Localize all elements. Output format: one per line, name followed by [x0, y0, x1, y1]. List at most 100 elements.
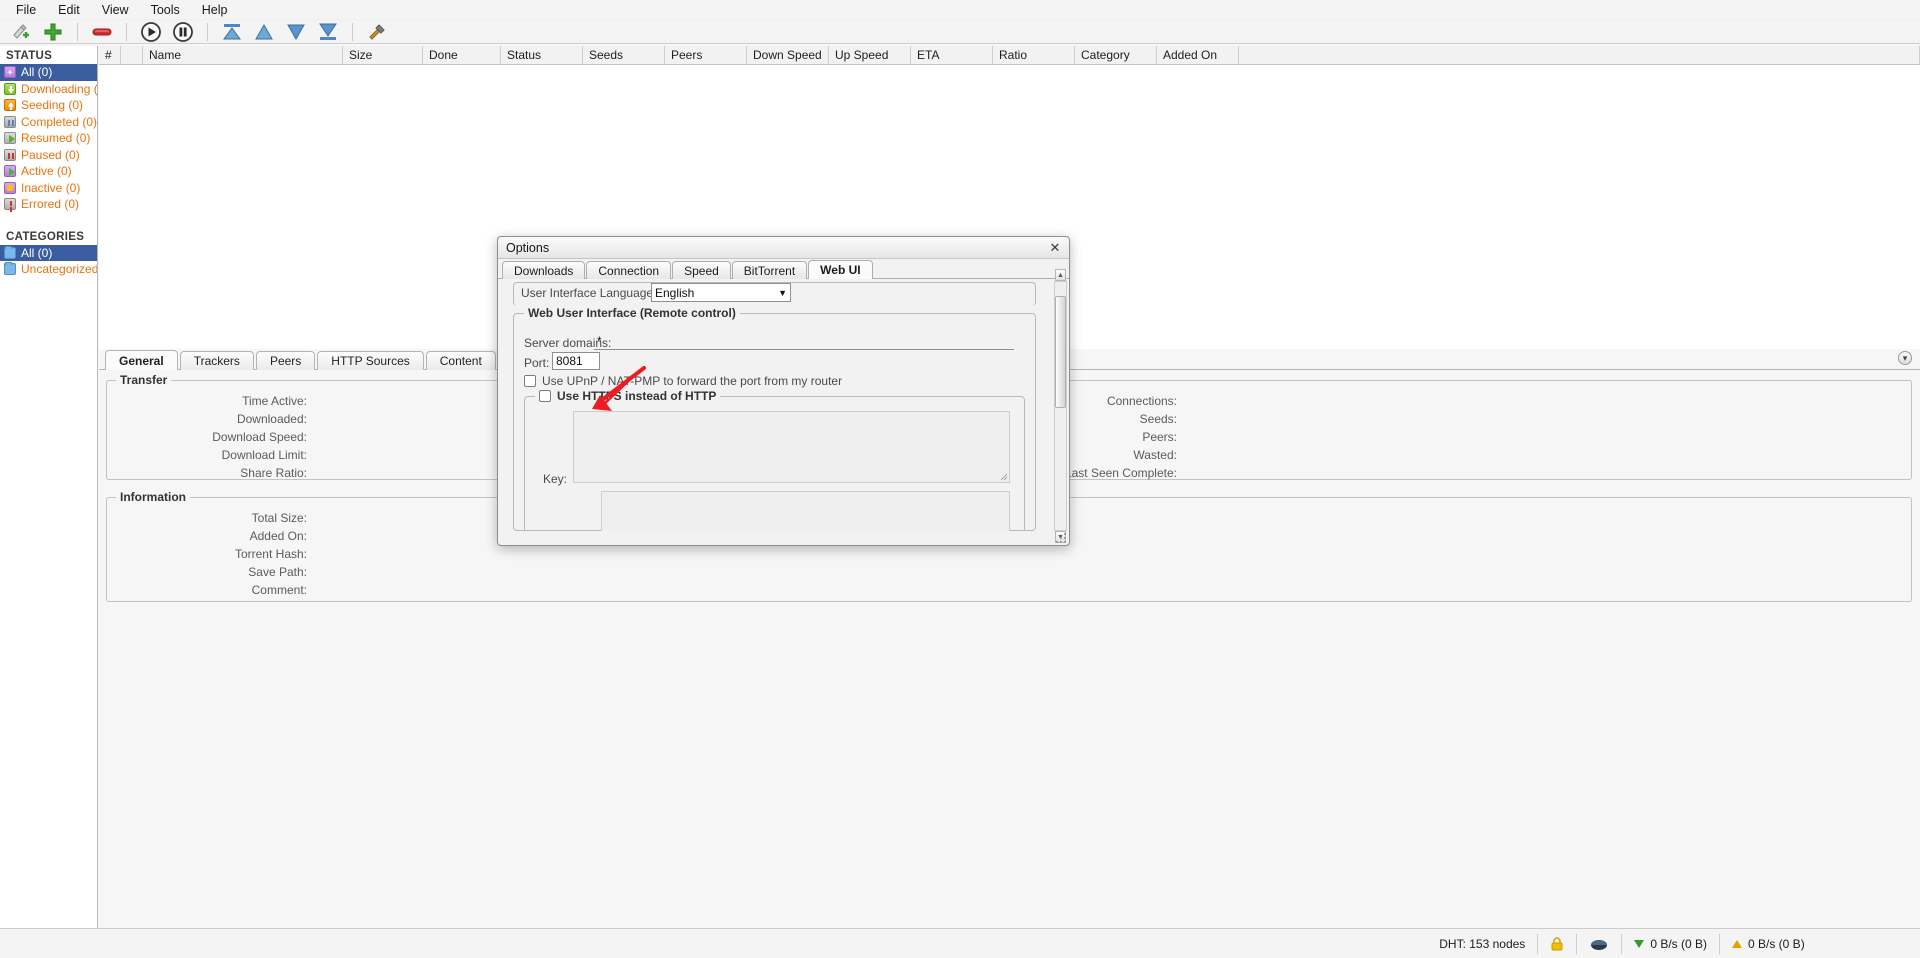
tab-peers[interactable]: Peers: [255, 351, 316, 370]
scroll-up-arrow[interactable]: ▲: [1055, 269, 1066, 281]
menu-file[interactable]: File: [6, 1, 46, 19]
sidebar-item-label: Active (0): [21, 164, 72, 179]
sidebar-item-label: All (0): [21, 65, 53, 80]
sidebar-item-label: Seeding (0): [21, 98, 84, 113]
column-index[interactable]: #: [99, 46, 121, 64]
close-icon[interactable]: ✕: [1047, 240, 1063, 256]
server-domains-input[interactable]: [594, 332, 1014, 350]
sidebar-item-completed[interactable]: Completed (0): [0, 114, 97, 131]
main-body: STATUS All (0) Downloading (0) Seeding (…: [0, 46, 1920, 928]
https-label: Use HTTPS instead of HTTP: [557, 389, 717, 403]
upload-speed-value: 0 B/s (0 B): [1748, 936, 1805, 951]
seeding-icon: [4, 99, 16, 112]
sidebar-item-label: Paused (0): [21, 147, 80, 162]
resume-icon[interactable]: [138, 20, 164, 44]
dialog-tab-downloads[interactable]: Downloads: [502, 261, 586, 279]
column-icon[interactable]: [121, 46, 143, 64]
options-dialog: Options ✕ Downloads Connection Speed Bit…: [497, 236, 1070, 546]
tab-http-sources[interactable]: HTTP Sources: [317, 351, 424, 370]
sidebar-item-all[interactable]: All (0): [0, 64, 97, 81]
language-select[interactable]: English ▼: [651, 283, 791, 302]
add-torrent-file-icon[interactable]: [40, 20, 66, 44]
download-speed-status: 0 B/s (0 B): [1622, 929, 1719, 958]
sidebar-item-downloading[interactable]: Downloading (0): [0, 81, 97, 98]
sidebar-item-inactive[interactable]: Inactive (0): [0, 180, 97, 197]
add-torrent-link-icon[interactable]: [8, 20, 34, 44]
dialog-titlebar[interactable]: Options ✕: [498, 237, 1069, 259]
tab-general[interactable]: General: [105, 350, 178, 370]
sidebar-item-label: Completed (0): [21, 114, 98, 129]
status-bar: DHT: 153 nodes 0 B/s (0 B) 0 B/s (0 B): [0, 928, 1920, 958]
dialog-resize-grip[interactable]: [1056, 533, 1066, 543]
column-status[interactable]: Status: [501, 46, 583, 64]
move-up-icon[interactable]: [251, 20, 277, 44]
menu-tools[interactable]: Tools: [141, 1, 190, 19]
upnp-checkbox[interactable]: [524, 375, 536, 387]
dialog-scrollbar[interactable]: ▲ ▼: [1054, 269, 1067, 543]
tab-trackers[interactable]: Trackers: [179, 351, 254, 370]
sidebar-item-paused[interactable]: Paused (0): [0, 147, 97, 164]
label-time-active: Time Active:: [242, 394, 307, 408]
filters-sidebar: STATUS All (0) Downloading (0) Seeding (…: [0, 46, 98, 928]
information-group-title: Information: [116, 490, 190, 504]
errored-icon: [4, 198, 16, 211]
status-section-header: STATUS: [6, 50, 53, 62]
upload-arrow-icon: [1732, 939, 1742, 948]
dialog-tab-connection[interactable]: Connection: [586, 261, 672, 279]
label-downloaded: Downloaded:: [236, 412, 307, 426]
column-name[interactable]: Name: [143, 46, 343, 64]
certificate-textarea[interactable]: [601, 491, 1010, 531]
chevron-down-icon[interactable]: ▾: [1898, 351, 1912, 365]
dialog-tab-web-ui[interactable]: Web UI: [808, 260, 873, 279]
web-ui-group: Web User Interface (Remote control) Serv…: [513, 306, 1036, 531]
menu-edit[interactable]: Edit: [48, 1, 90, 19]
sidebar-item-errored[interactable]: Errored (0): [0, 196, 97, 213]
key-textarea[interactable]: [573, 411, 1010, 483]
column-size[interactable]: Size: [343, 46, 423, 64]
toolbar-separator: [352, 22, 353, 41]
column-up-speed[interactable]: Up Speed: [829, 46, 911, 64]
lock-icon: [1551, 936, 1563, 950]
sidebar-category-all[interactable]: All (0): [0, 244, 97, 261]
connection-status[interactable]: [1577, 929, 1621, 958]
preferences-icon[interactable]: [364, 20, 390, 44]
menu-help[interactable]: Help: [192, 1, 238, 19]
column-peers[interactable]: Peers: [665, 46, 747, 64]
column-category[interactable]: Category: [1075, 46, 1157, 64]
move-top-icon[interactable]: [219, 20, 245, 44]
torrent-table-header: # Name Size Done Status Seeds Peers Down…: [99, 46, 1920, 65]
sidebar-item-resumed[interactable]: Resumed (0): [0, 130, 97, 147]
move-bottom-icon[interactable]: [315, 20, 341, 44]
dialog-tab-speed[interactable]: Speed: [672, 261, 731, 279]
upnp-checkbox-row[interactable]: Use UPnP / NAT-PMP to forward the port f…: [524, 374, 842, 388]
column-eta[interactable]: ETA: [911, 46, 993, 64]
downloading-icon: [4, 82, 16, 95]
menu-view[interactable]: View: [92, 1, 139, 19]
move-down-icon[interactable]: [283, 20, 309, 44]
column-done[interactable]: Done: [423, 46, 501, 64]
port-label: Port:: [524, 356, 550, 370]
sidebar-category-label: Uncategorized (0): [21, 262, 98, 277]
remove-torrent-icon[interactable]: [89, 20, 115, 44]
port-input[interactable]: [552, 352, 600, 370]
https-checkbox[interactable]: [539, 390, 551, 402]
dialog-tabbar: Downloads Connection Speed BitTorrent We…: [498, 259, 1069, 279]
column-added-on[interactable]: Added On: [1157, 46, 1239, 64]
folder-icon: [4, 262, 16, 276]
column-filler: [1239, 46, 1920, 64]
column-ratio[interactable]: Ratio: [993, 46, 1075, 64]
https-group: Use HTTPS instead of HTTP Key:: [524, 389, 1025, 531]
column-down-speed[interactable]: Down Speed: [747, 46, 829, 64]
scrollbar-thumb[interactable]: [1055, 296, 1066, 408]
sidebar-category-uncategorized[interactable]: Uncategorized (0): [0, 261, 97, 278]
column-seeds[interactable]: Seeds: [583, 46, 665, 64]
tab-content[interactable]: Content: [425, 351, 496, 370]
https-group-title[interactable]: Use HTTPS instead of HTTP: [535, 389, 721, 403]
download-arrow-icon: [1634, 939, 1645, 948]
menu-bar: File Edit View Tools Help: [0, 0, 1920, 20]
dialog-tab-bittorrent[interactable]: BitTorrent: [731, 261, 808, 279]
sidebar-item-seeding[interactable]: Seeding (0): [0, 97, 97, 114]
lock-status[interactable]: [1538, 929, 1576, 958]
sidebar-item-active[interactable]: Active (0): [0, 163, 97, 180]
pause-icon[interactable]: [170, 20, 196, 44]
